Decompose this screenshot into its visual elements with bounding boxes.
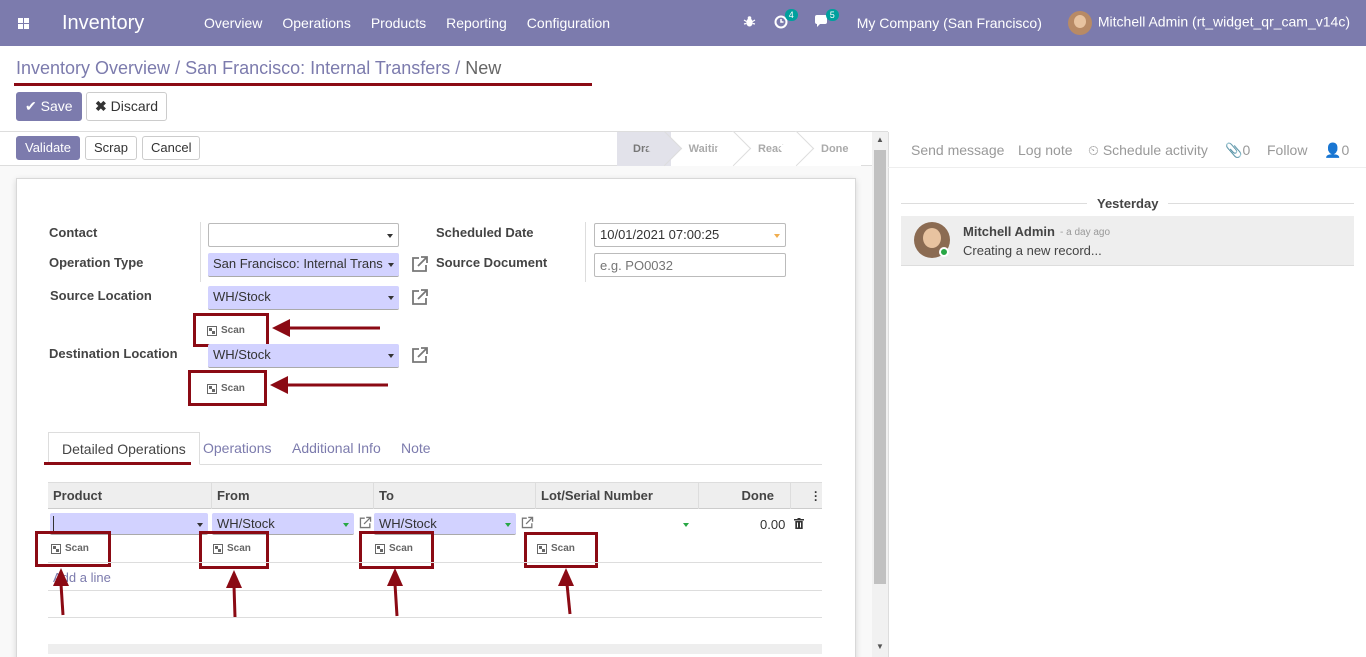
followers-count: 0 — [1341, 142, 1350, 158]
chatter-topbar: Send message Log note ⏲ Schedule activit… — [888, 132, 1366, 168]
date-separator: Yesterday — [1097, 196, 1159, 211]
user-icon: 👤 — [1324, 142, 1342, 158]
user-menu[interactable]: Mitchell Admin (rt_widget_qr_cam_v14c) — [1067, 11, 1350, 35]
attachments-count: 0 — [1242, 142, 1251, 158]
user-avatar — [1067, 11, 1092, 35]
message-date: - a day ago — [1060, 227, 1111, 238]
user-name: Mitchell Admin (rt_widget_qr_cam_v14c) — [1097, 13, 1350, 30]
send-message-button[interactable]: Send message — [911, 142, 1004, 158]
schedule-activity-label: Schedule activity — [1102, 142, 1208, 158]
clock-icon: ⏲ — [1088, 142, 1099, 158]
date-divider-line — [901, 203, 1087, 204]
attachments-button[interactable]: 📎0 — [1225, 142, 1250, 159]
paperclip-icon: 📎 — [1225, 142, 1243, 158]
message-author[interactable]: Mitchell Admin — [963, 224, 1055, 239]
annotation-arrows — [53, 319, 574, 618]
online-status-icon — [939, 247, 949, 257]
schedule-activity-button[interactable]: ⏲ Schedule activity — [1088, 142, 1208, 159]
chatter-divider — [888, 132, 889, 657]
date-divider-line — [1168, 203, 1354, 204]
log-note-button[interactable]: Log note — [1018, 142, 1073, 158]
follow-button[interactable]: Follow — [1267, 142, 1307, 158]
followers-button[interactable]: 👤0 — [1324, 142, 1349, 159]
message-body: Creating a new record... — [963, 243, 1102, 258]
